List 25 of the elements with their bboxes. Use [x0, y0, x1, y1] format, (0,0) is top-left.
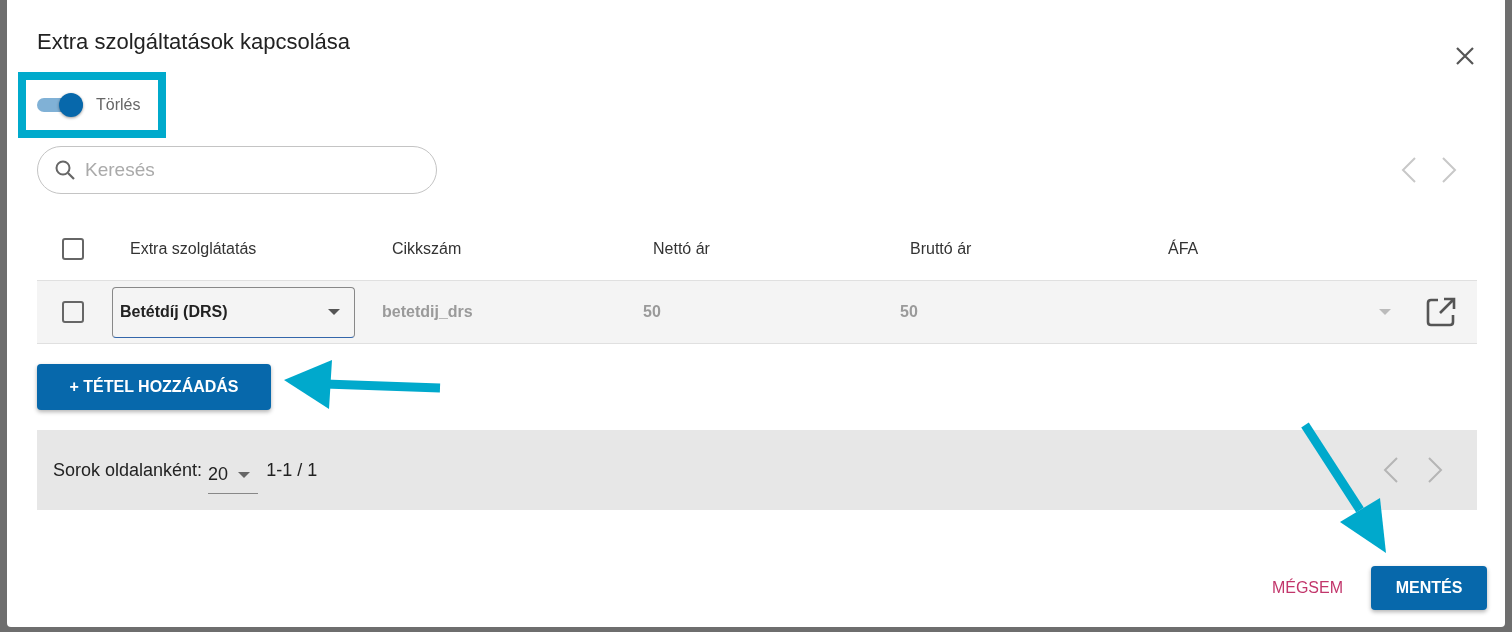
- rows-per-page-label: Sorok oldalanként:: [53, 459, 203, 481]
- save-button[interactable]: MENTÉS: [1371, 566, 1487, 610]
- page-range: 1-1 / 1: [266, 459, 318, 481]
- service-select[interactable]: Betétdíj (DRS): [112, 286, 355, 338]
- toggle-switch[interactable]: [37, 92, 83, 118]
- external-link-icon[interactable]: [1425, 296, 1457, 328]
- caret-icon: [238, 471, 251, 478]
- cancel-button[interactable]: MÉGSEM: [1261, 569, 1353, 607]
- add-item-button[interactable]: + TÉTEL HOZZÁADÁS: [37, 364, 271, 410]
- checkbox[interactable]: [62, 301, 84, 323]
- table-cell-text: 50: [643, 303, 662, 321]
- search-field[interactable]: Keresés: [37, 146, 437, 194]
- table-cell-text: betetdij_drs: [382, 303, 474, 321]
- column-header: ÁFA: [1167, 240, 1200, 258]
- rows-per-page-select[interactable]: 20: [208, 456, 259, 494]
- toggle-label: Törlés: [96, 96, 141, 114]
- column-header: Extra szolglátatás: [129, 240, 258, 258]
- column-header: Nettó ár: [652, 240, 711, 258]
- column-header: Bruttó ár: [909, 240, 973, 258]
- column-header: Cikkszám: [391, 240, 463, 258]
- caret-icon: [328, 309, 340, 315]
- dialog-title: Extra szolgáltatások kapcsolása: [37, 29, 351, 55]
- close-icon[interactable]: [1455, 46, 1475, 66]
- checkbox[interactable]: [62, 238, 84, 260]
- table-cell-text: 50: [900, 303, 919, 321]
